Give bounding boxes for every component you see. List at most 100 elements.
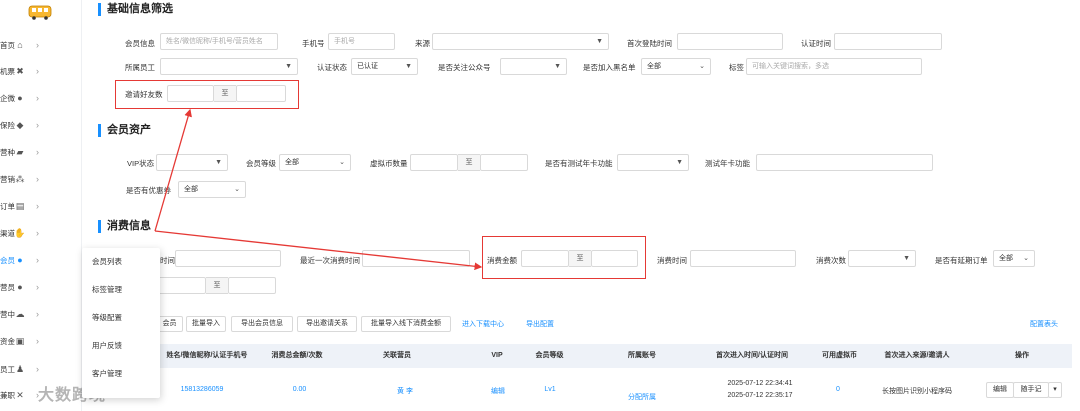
member-level-value: 全部 (285, 159, 299, 166)
blacklist-label: 是否加入黑名单 (583, 63, 636, 72)
phone-input[interactable]: 手机号 (328, 33, 395, 50)
sidebar-item-staff[interactable]: ♟ 员工 › (0, 360, 82, 378)
sidebar-item-channel[interactable]: ✋ 渠道 › (0, 224, 82, 242)
coin-min-input[interactable] (410, 154, 458, 171)
sidebar-item-funds[interactable]: ▣ 资金 › (0, 332, 82, 350)
submenu-level-config[interactable]: 等级配置 (82, 304, 160, 332)
member-level-select[interactable]: 全部 ⌄ (279, 154, 351, 171)
trial-func-input[interactable] (756, 154, 933, 171)
consume-time-input[interactable] (690, 250, 796, 267)
export-member-button[interactable]: 导出会员信息 (231, 316, 293, 332)
sidebar-item-label: 订单 (0, 201, 15, 211)
row-amount[interactable]: 0.00 (272, 386, 327, 393)
sidebar-item-label: 机票 (0, 66, 15, 76)
auth-status-value: 已认证 (357, 63, 378, 70)
first-login-input[interactable] (677, 33, 783, 50)
submenu-user-feedback[interactable]: 用户反馈 (82, 332, 160, 360)
blacklist-value: 全部 (647, 63, 661, 70)
coin-max-input[interactable] (480, 154, 528, 171)
last-consume-input[interactable] (362, 250, 470, 267)
source-label: 来源 (415, 39, 430, 48)
col-header-vip: VIP (491, 352, 503, 359)
submenu-customer-manage[interactable]: 客户管理 (82, 360, 160, 388)
row-assign-account[interactable]: 分配所属 (612, 392, 672, 402)
row-vip-edit[interactable]: 编辑 (480, 386, 516, 396)
coupon-label: 是否有优惠券 (126, 186, 171, 195)
follow-label: 是否关注公众号 (438, 63, 491, 72)
delay-order-value: 全部 (999, 255, 1013, 262)
trial-func-label: 测试年卡功能 (705, 159, 750, 168)
sidebar-item-label: 营中 (0, 309, 15, 319)
row-camper[interactable]: 黄 李 (380, 386, 430, 396)
row-level[interactable]: Lv1 (535, 386, 565, 393)
row-note-button[interactable]: 随手记 (1013, 382, 1049, 398)
extra-range-min-input[interactable] (158, 277, 206, 294)
chevron-right-icon: › (36, 309, 39, 319)
blacklist-select[interactable]: 全部 ⌄ (641, 58, 711, 75)
member-info-input[interactable]: 姓名/微信昵称/手机号/营员姓名 (160, 33, 278, 50)
trial-card-select[interactable]: ▼ (617, 154, 689, 171)
sidebar-item-wecom[interactable]: ● 企微 › (0, 89, 82, 107)
delay-order-select[interactable]: 全部 ⌄ (993, 250, 1035, 267)
range-separator: 至 (458, 154, 480, 171)
sidebar-item-in-camp[interactable]: ☁ 营中 › (0, 305, 82, 323)
sidebar-item-label: 保险 (0, 120, 15, 130)
export-config-link[interactable]: 导出配置 (526, 319, 554, 329)
chevron-right-icon: › (36, 66, 39, 76)
row-edit-button[interactable]: 编辑 (986, 382, 1014, 398)
sidebar-item-label: 会员 (0, 255, 15, 265)
sidebar-item-insurance[interactable]: ◆ 保险 › (0, 116, 82, 134)
row-auth-time: 2025-07-12 22:35:17 (727, 392, 793, 399)
chevron-right-icon: › (36, 364, 39, 374)
header-config-link[interactable]: 配置表头 (1030, 319, 1058, 329)
download-center-link[interactable]: 进入下载中心 (462, 319, 504, 329)
row-phone[interactable]: 15813286059 (162, 386, 242, 393)
chevron-right-icon: › (36, 336, 39, 346)
extra-range-max-input[interactable] (228, 277, 276, 294)
coupon-select[interactable]: 全部 ⌄ (178, 181, 246, 198)
sidebar-item-member[interactable]: ● 会员 › (0, 251, 82, 269)
export-invite-button[interactable]: 导出邀请关系 (297, 316, 357, 332)
chevron-right-icon: › (36, 120, 39, 130)
col-header-actions: 操作 (1015, 352, 1029, 359)
sidebar-item-label: 营员 (0, 282, 15, 292)
first-login-label: 首次登陆时间 (627, 39, 672, 48)
chevron-right-icon: › (36, 40, 39, 50)
batch-offline-amount-button[interactable]: 批量导入线下消费金额 (361, 316, 451, 332)
caret-down-icon: ▼ (554, 63, 561, 70)
sidebar-item-home[interactable]: ⌂ 首页 › (0, 36, 82, 54)
sidebar-item-camp-type[interactable]: ▰ 营种 › (0, 143, 82, 161)
sidebar-item-camper[interactable]: ● 营员 › (0, 278, 82, 296)
row-coin[interactable]: 0 (826, 386, 850, 393)
caret-down-icon: ▼ (215, 159, 222, 166)
source-select[interactable]: ▼ (432, 33, 609, 50)
auth-status-select[interactable]: 已认证 ▼ (351, 58, 418, 75)
chevron-right-icon: › (36, 201, 39, 211)
auth-time-input[interactable] (834, 33, 942, 50)
staff-select[interactable]: ▼ (160, 58, 298, 75)
sidebar-item-orders[interactable]: ▤ 订单 › (0, 197, 82, 215)
vip-status-select[interactable]: ▼ (156, 154, 228, 171)
row-more-dropdown[interactable]: ▾ (1048, 382, 1062, 398)
batch-import-button[interactable]: 批量导入 (186, 316, 226, 332)
section-title-assets: 会员资产 (98, 124, 151, 137)
first-consume-input[interactable] (175, 250, 281, 267)
row-source: 长按图片识别小程序码 (882, 388, 952, 395)
follow-select[interactable]: ▼ (500, 58, 567, 75)
chevron-down-icon: ⌄ (234, 186, 240, 193)
sidebar-item-ticket[interactable]: ✖ 机票 › (0, 62, 82, 80)
caret-down-icon: ▼ (405, 63, 412, 70)
submenu-tag-manage[interactable]: 标签管理 (82, 276, 160, 304)
caret-down-icon: ▼ (676, 159, 683, 166)
caret-down-icon: ▼ (596, 38, 603, 45)
col-header-level: 会员等级 (535, 352, 564, 359)
member-button[interactable]: 会员 (157, 316, 183, 332)
sidebar-item-label: 兼职 (0, 390, 15, 400)
sidebar-item-marketing[interactable]: ⁂ 营销 › (0, 170, 82, 188)
sidebar-item-label: 企微 (0, 93, 15, 103)
tag-input[interactable]: 可输入关键词搜索，多选 (746, 58, 922, 75)
submenu-member-list[interactable]: 会员列表 (82, 248, 160, 276)
consume-count-select[interactable]: ▼ (848, 250, 916, 267)
caret-down-icon: ▼ (903, 255, 910, 262)
col-header-account: 所属账号 (628, 352, 656, 359)
